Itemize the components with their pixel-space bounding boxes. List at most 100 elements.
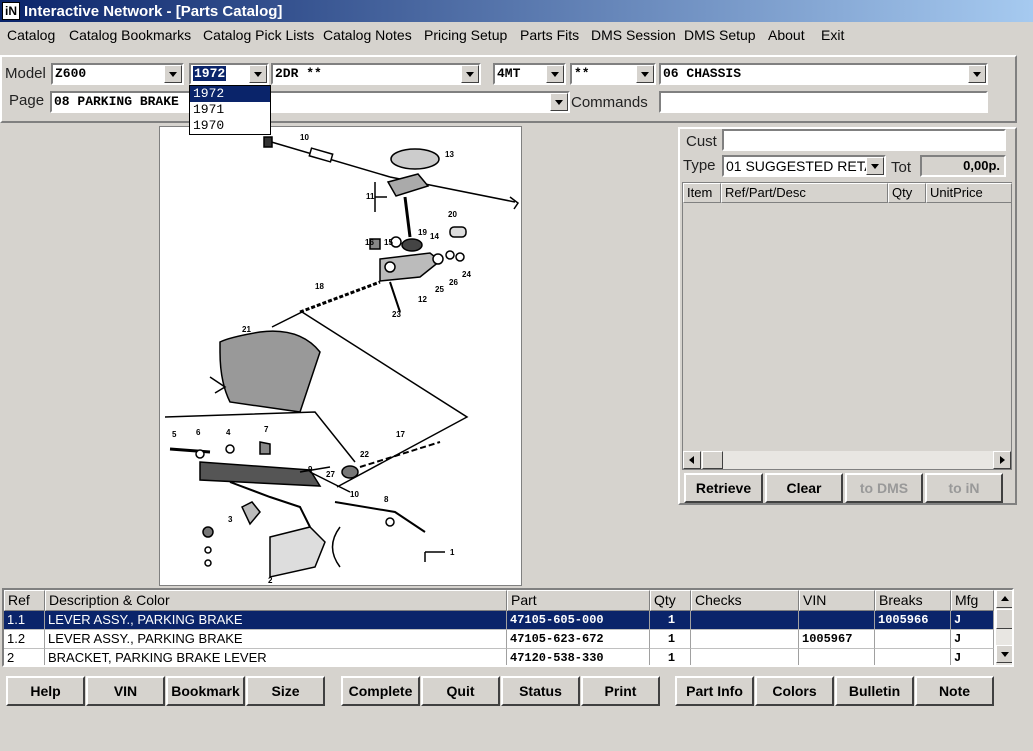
selection-panel: Model Z600 1972 2DR ** 4MT ** 06 CHASSIS…: [0, 55, 1017, 123]
col-qty[interactable]: Qty: [650, 590, 691, 611]
size-button[interactable]: Size: [246, 676, 325, 706]
cell-checks: [691, 611, 799, 630]
scroll-thumb[interactable]: [702, 451, 723, 469]
col-description[interactable]: Description & Color: [45, 590, 507, 611]
status-button[interactable]: Status: [501, 676, 580, 706]
col-part[interactable]: Part: [507, 590, 650, 611]
menu-exit[interactable]: Exit: [821, 27, 844, 43]
cell-part: 47120-538-330: [507, 649, 650, 665]
year-option-1971[interactable]: 1971: [190, 102, 270, 118]
chevron-down-icon[interactable]: [461, 65, 479, 83]
menu-dms-setup[interactable]: DMS Setup: [684, 27, 756, 43]
callout: 16: [365, 238, 374, 247]
bookmark-button[interactable]: Bookmark: [166, 676, 245, 706]
help-button[interactable]: Help: [6, 676, 85, 706]
callout: 26: [449, 278, 458, 287]
cell-qty: 1: [650, 630, 691, 649]
to-dms-button[interactable]: to DMS: [845, 473, 923, 503]
col-breaks[interactable]: Breaks: [875, 590, 951, 611]
model-select[interactable]: Z600: [51, 63, 184, 85]
cell-checks: [691, 630, 799, 649]
year-option-1970[interactable]: 1970: [190, 118, 270, 134]
year-option-1972[interactable]: 1972: [190, 86, 270, 102]
type-select[interactable]: 01 SUGGESTED RETAIL: [722, 155, 886, 177]
col-vin[interactable]: VIN: [799, 590, 875, 611]
cell-breaks: [875, 649, 951, 665]
menu-catalog[interactable]: Catalog: [7, 27, 55, 43]
quit-button[interactable]: Quit: [421, 676, 500, 706]
cell-desc: BRACKET, PARKING BRAKE LEVER: [45, 649, 507, 665]
cell-ref: 1.2: [4, 630, 45, 649]
scroll-right-icon[interactable]: [993, 451, 1011, 469]
col-checks[interactable]: Checks: [691, 590, 799, 611]
scroll-thumb[interactable]: [996, 609, 1012, 629]
table-row[interactable]: 1.1 LEVER ASSY., PARKING BRAKE 47105-605…: [4, 611, 994, 630]
table-row[interactable]: 1.2 LEVER ASSY., PARKING BRAKE 47105-623…: [4, 630, 994, 649]
scroll-down-icon[interactable]: [996, 645, 1012, 663]
callout: 9: [308, 465, 313, 474]
callout: 4: [226, 428, 231, 437]
type-label: Type: [683, 157, 716, 174]
scroll-up-icon[interactable]: [996, 590, 1012, 608]
callout: 5: [172, 430, 177, 439]
title-bar: iN Interactive Network - [Parts Catalog]: [0, 0, 1033, 22]
part-info-button[interactable]: Part Info: [675, 676, 754, 706]
chevron-down-icon[interactable]: [866, 157, 884, 175]
col-ref[interactable]: Ref: [4, 590, 45, 611]
menu-dms-session[interactable]: DMS Session: [591, 27, 676, 43]
colors-button[interactable]: Colors: [755, 676, 834, 706]
scroll-left-icon[interactable]: [683, 451, 701, 469]
vertical-scrollbar[interactable]: [996, 590, 1012, 665]
cell-mfg: J: [951, 630, 994, 649]
menu-catalog-bookmarks[interactable]: Catalog Bookmarks: [69, 27, 191, 43]
menu-pricing-setup[interactable]: Pricing Setup: [424, 27, 507, 43]
menu-catalog-notes[interactable]: Catalog Notes: [323, 27, 412, 43]
cell-part: 47105-605-000: [507, 611, 650, 630]
parts-table[interactable]: Ref Description & Color Part Qty Checks …: [2, 588, 1014, 667]
chevron-down-icon[interactable]: [968, 65, 986, 83]
parts-diagram[interactable]: 10 13 11 20 16 15 14 19 12 25 26 24 18 2…: [159, 126, 522, 586]
commands-input[interactable]: [659, 91, 988, 113]
group-select[interactable]: 06 CHASSIS: [659, 63, 988, 85]
retrieve-button[interactable]: Retrieve: [684, 473, 763, 503]
col-item[interactable]: Item: [683, 183, 721, 203]
note-button[interactable]: Note: [915, 676, 994, 706]
col-unitprice[interactable]: UnitPrice: [926, 183, 1012, 203]
cell-breaks: 1005966: [875, 611, 951, 630]
option-select[interactable]: **: [570, 63, 656, 85]
callout: 12: [418, 295, 427, 304]
horizontal-scrollbar[interactable]: [683, 451, 1011, 469]
callout: 17: [396, 430, 405, 439]
menu-catalog-pick-lists[interactable]: Catalog Pick Lists: [203, 27, 314, 43]
col-mfg[interactable]: Mfg: [951, 590, 994, 611]
callout: 18: [315, 282, 324, 291]
print-button[interactable]: Print: [581, 676, 660, 706]
col-ref-part-desc[interactable]: Ref/Part/Desc: [721, 183, 888, 203]
menu-about[interactable]: About: [768, 27, 805, 43]
complete-button[interactable]: Complete: [341, 676, 420, 706]
cell-part: 47105-623-672: [507, 630, 650, 649]
chevron-down-icon[interactable]: [249, 65, 267, 83]
menu-parts-fits[interactable]: Parts Fits: [520, 27, 579, 43]
cell-mfg: J: [951, 611, 994, 630]
quote-items-list[interactable]: Item Ref/Part/Desc Qty UnitPrice: [682, 182, 1012, 470]
bulletin-button[interactable]: Bulletin: [835, 676, 914, 706]
callout: 14: [430, 232, 439, 241]
bottom-toolbar: Help VIN Bookmark Size Complete Quit Sta…: [0, 668, 1033, 751]
year-select[interactable]: 1972: [189, 63, 269, 85]
table-row[interactable]: 2 BRACKET, PARKING BRAKE LEVER 47120-538…: [4, 649, 994, 665]
transmission-select[interactable]: 4MT: [493, 63, 566, 85]
clear-button[interactable]: Clear: [765, 473, 843, 503]
chevron-down-icon[interactable]: [546, 65, 564, 83]
cust-input[interactable]: [722, 129, 1006, 151]
to-in-button[interactable]: to iN: [925, 473, 1003, 503]
page-select[interactable]: 08 PARKING BRAKE: [50, 91, 570, 113]
col-qty[interactable]: Qty: [888, 183, 926, 203]
chevron-down-icon[interactable]: [636, 65, 654, 83]
callout: 19: [418, 228, 427, 237]
callout: 10: [350, 490, 359, 499]
chevron-down-icon[interactable]: [164, 65, 182, 83]
body-select[interactable]: 2DR **: [271, 63, 481, 85]
chevron-down-icon[interactable]: [550, 93, 568, 111]
vin-button[interactable]: VIN: [86, 676, 165, 706]
